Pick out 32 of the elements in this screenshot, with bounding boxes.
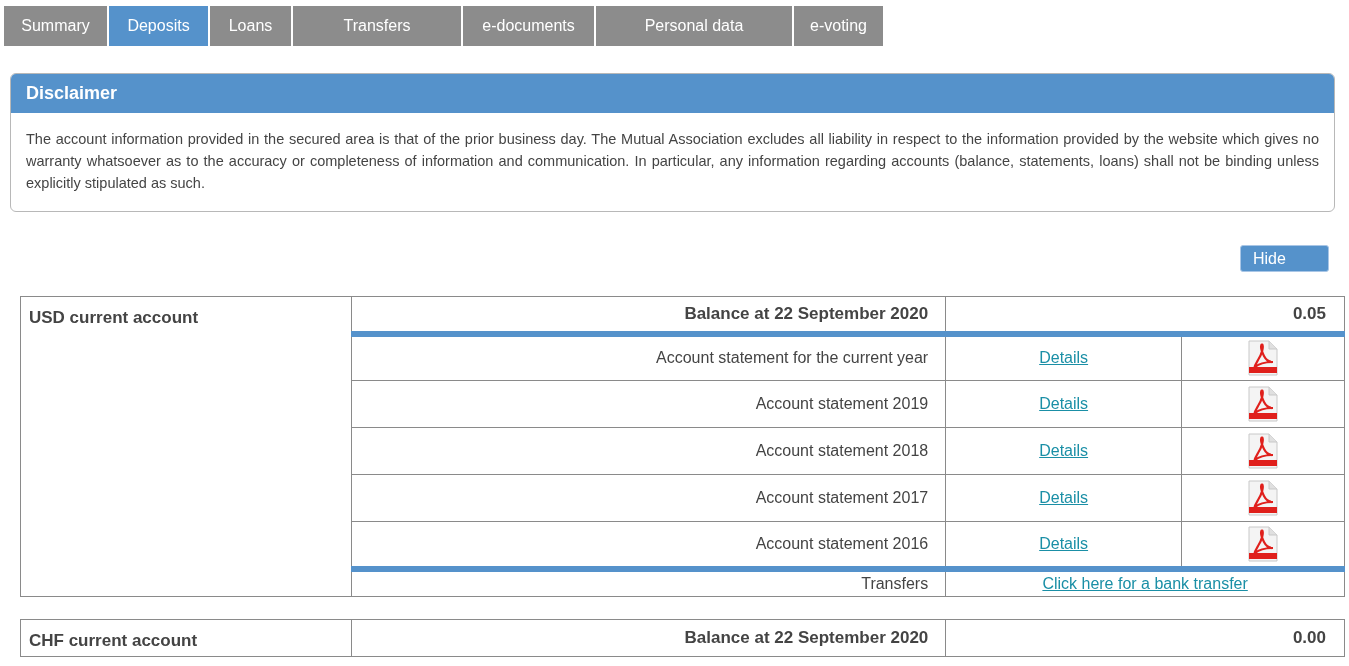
account-name: CHF current account [29,630,198,650]
nav-tab[interactable]: e-voting [794,6,883,46]
balance-amount: 0.05 [1292,304,1326,323]
pdf-file-icon[interactable] [1247,480,1280,516]
details-link[interactable]: Details [1039,395,1089,412]
hide-button[interactable]: Hide [1240,245,1329,272]
statement-label: Account statement 2017 [755,489,929,506]
nav-tab[interactable]: e-documents [463,6,594,46]
pdf-file-icon[interactable] [1247,340,1280,377]
disclaimer-title: Disclaimer [11,74,1334,113]
pdf-file-icon[interactable] [1247,433,1280,469]
balance-amount: 0.00 [1292,627,1326,647]
statement-label: Account statement 2018 [755,442,929,459]
details-link[interactable]: Details [1039,534,1089,552]
pdf-file-icon[interactable] [1247,386,1280,422]
details-link[interactable]: Details [1039,489,1089,506]
details-link[interactable]: Details [1039,349,1089,367]
transfers-label: Transfers [861,574,929,592]
nav-tab[interactable]: Summary [4,6,107,46]
disclaimer-text: The account information provided in the secured area is that of the prior business day. The Mutual Association excludes all liability in respect to the information provided by the website which gives no warranty whatsoever as to the accuracy or completeness of information and communication. In particular, any information regarding accounts (balance, statements, loans) shall not be binding unless explicitly stipulated as such. [25,130,1320,193]
statement-label: Account statement for the current year [656,349,929,367]
account-name: USD current account [29,308,199,327]
nav-tab[interactable]: Loans [210,6,291,46]
details-link[interactable]: Details [1039,442,1089,459]
balance-label: Balance at 22 September 2020 [684,304,929,323]
nav-tab[interactable]: Deposits [109,6,208,46]
statement-label: Account statement 2016 [755,534,929,552]
pdf-file-icon[interactable] [1247,525,1280,562]
nav-tab[interactable]: Personal data [596,6,792,46]
statement-label: Account statement 2019 [755,395,929,412]
balance-label: Balance at 22 September 2020 [684,627,929,647]
nav-tab[interactable]: Transfers [293,6,461,46]
